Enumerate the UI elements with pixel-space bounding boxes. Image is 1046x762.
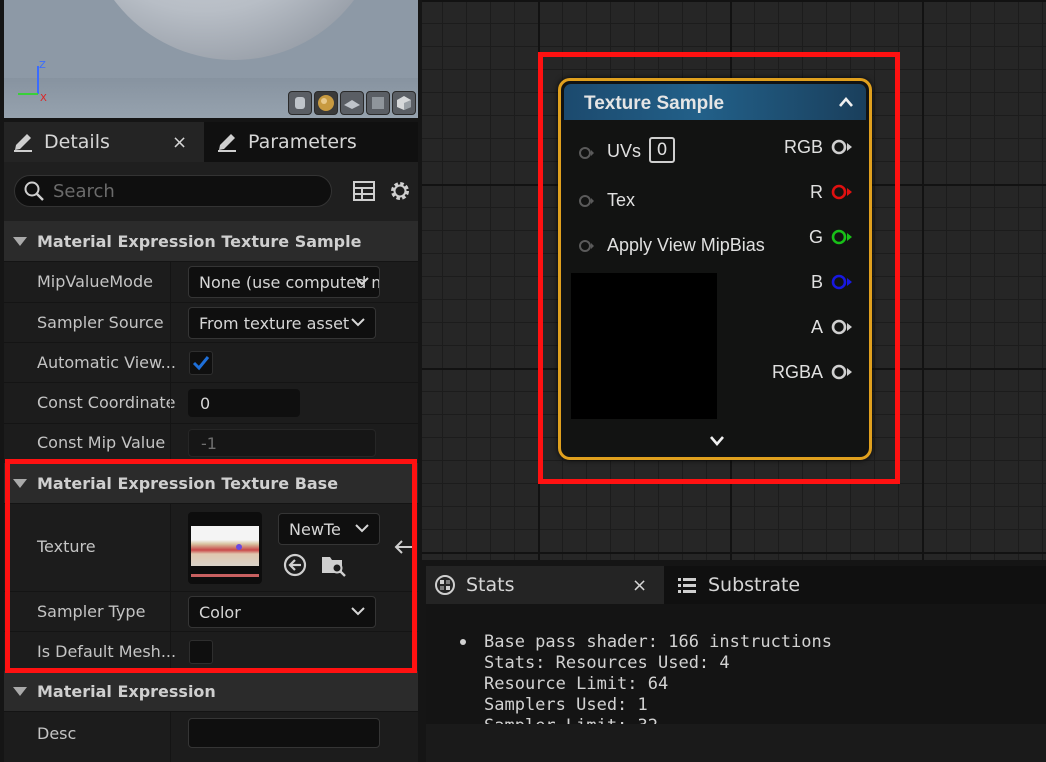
material-preview-viewport[interactable]: Z X: [4, 0, 418, 118]
property-label: Sampler Source: [37, 313, 164, 332]
tab-substrate[interactable]: Substrate: [668, 566, 868, 604]
axis-x-label: X: [40, 93, 47, 104]
category-material-expression[interactable]: Material Expression: [4, 671, 418, 711]
search-row: Search: [4, 162, 418, 222]
input-value: -1: [201, 433, 217, 453]
const-mip-value-input[interactable]: -1: [188, 429, 376, 457]
mipvaluemode-dropdown[interactable]: None (use computed mips): [188, 266, 380, 298]
stats-icon: [435, 575, 455, 595]
property-row-const-mip-value: Const Mip Value -1: [4, 423, 418, 462]
tab-parameters-label: Parameters: [248, 131, 357, 153]
category-title: Material Expression Texture Sample: [37, 231, 362, 251]
stats-line: Resource Limit: 64: [484, 674, 669, 694]
dropdown-value: From texture asset: [199, 313, 350, 333]
property-row-mipvaluemode: MipValueMode None (use computed mips): [4, 261, 418, 302]
sphere-icon[interactable]: [314, 91, 338, 115]
stats-line: Samplers Used: 1: [484, 695, 648, 715]
stats-line: Stats: Resources Used: 4: [484, 653, 730, 673]
highlight-frame-node: [538, 52, 900, 484]
property-row-desc: Desc: [4, 711, 418, 762]
tab-details-label: Details: [44, 131, 110, 153]
tab-stats[interactable]: Stats: [426, 566, 664, 604]
category-texture-sample[interactable]: Material Expression Texture Sample: [4, 221, 418, 261]
search-input[interactable]: Search: [14, 175, 332, 207]
table-view-icon[interactable]: [352, 180, 376, 202]
tab-substrate-label: Substrate: [708, 574, 801, 596]
details-tabbar: Details × Parameters: [4, 122, 418, 162]
axis-gizmo: Z X: [18, 60, 47, 104]
list-bullet: [460, 639, 466, 645]
tab-stats-label: Stats: [466, 574, 515, 596]
property-row-automatic-view-mip-bias: Automatic View...: [4, 342, 418, 382]
preview-sphere: [84, 0, 384, 60]
custom-mesh-icon[interactable]: [392, 91, 416, 115]
property-row-sampler-source: Sampler Source From texture asset: [4, 302, 418, 342]
close-details-button[interactable]: ×: [172, 132, 187, 153]
tab-parameters[interactable]: Parameters: [208, 122, 418, 162]
highlight-frame-texture-base: [5, 459, 417, 673]
chevron-down-icon: [351, 318, 365, 327]
automatic-view-mip-bias-checkbox[interactable]: [189, 351, 213, 375]
stats-panel: Stats × Substrate Base pass shader: 166 …: [426, 566, 1046, 762]
collapse-arrow-icon: [13, 686, 27, 696]
property-label: MipValueMode: [37, 272, 153, 291]
preview-shape-buttons: [288, 91, 416, 115]
dropdown-value: None (use computed mips): [199, 272, 379, 292]
axis-z-label: Z: [39, 60, 46, 71]
gear-icon[interactable]: [388, 179, 412, 203]
property-label: Desc: [37, 724, 77, 743]
property-label: Const Mip Value: [37, 433, 166, 452]
stats-output: Base pass shader: 166 instructions Stats…: [426, 604, 1046, 724]
pencil-icon: [14, 134, 32, 152]
chevron-down-icon: [355, 277, 369, 286]
input-value: 0: [200, 393, 211, 413]
pencil-icon: [218, 134, 236, 152]
property-row-const-coordinate: Const Coordinate 0: [4, 382, 418, 423]
checkmark-icon: [192, 356, 210, 371]
desc-input[interactable]: [188, 718, 380, 748]
property-label: Const Coordinate: [37, 393, 176, 412]
plane-icon[interactable]: [340, 91, 364, 115]
category-title: Material Expression: [37, 681, 216, 701]
search-placeholder: Search: [53, 180, 115, 202]
search-icon: [24, 181, 44, 201]
property-label: Automatic View...: [37, 353, 176, 372]
const-coordinate-input[interactable]: 0: [188, 389, 300, 417]
collapse-arrow-icon: [13, 236, 27, 246]
stats-line: Base pass shader: 166 instructions: [484, 632, 832, 652]
close-stats-button[interactable]: ×: [632, 575, 647, 596]
list-icon: [678, 578, 696, 593]
sampler-source-dropdown[interactable]: From texture asset: [188, 307, 376, 339]
stats-line: Sampler Limit: 32: [484, 716, 658, 724]
cube-icon[interactable]: [366, 91, 390, 115]
cylinder-icon[interactable]: [288, 91, 312, 115]
stats-tabbar: Stats × Substrate: [426, 566, 1046, 604]
